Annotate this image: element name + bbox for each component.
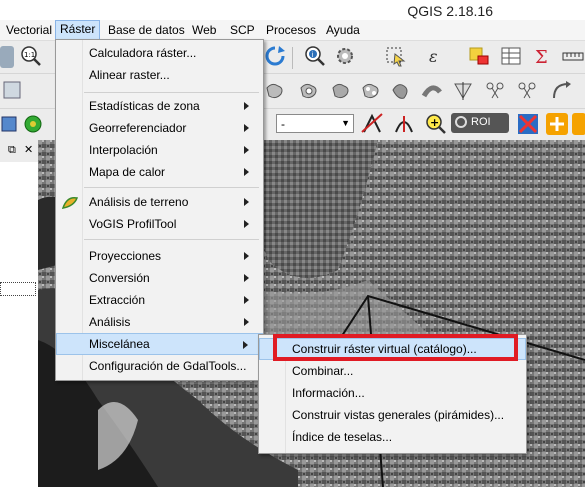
stretch-icon[interactable] xyxy=(392,112,414,134)
menu-ayuda[interactable]: Ayuda xyxy=(326,23,360,37)
menu-item-conversion[interactable]: Conversión xyxy=(56,267,263,289)
offset-curve-icon[interactable] xyxy=(420,80,442,102)
rotate-point-icon[interactable] xyxy=(550,80,572,102)
merge-features-icon[interactable] xyxy=(516,80,538,102)
menu-bar: Vectorial Ráster Base de datos Web SCP P… xyxy=(0,20,585,41)
zoom-roi-icon[interactable]: + xyxy=(424,112,446,134)
submenu-arrow-icon xyxy=(244,296,249,304)
add-plus-icon[interactable] xyxy=(545,112,568,135)
split-features-icon[interactable] xyxy=(452,80,474,102)
identify-icon[interactable]: i xyxy=(304,45,326,67)
ruler-icon[interactable] xyxy=(562,45,584,67)
scp-extra-icon[interactable] xyxy=(571,112,585,135)
panel-header: ⧉ ✕ xyxy=(0,140,38,162)
menu-item-interpolacion[interactable]: Interpolación xyxy=(56,139,263,161)
menu-item-configuracion-gdaltools[interactable]: Configuración de GdalTools... xyxy=(56,355,263,377)
menu-item-calculadora-raster[interactable]: Calculadora ráster... xyxy=(56,42,263,64)
menu-item-combinar[interactable]: Combinar... xyxy=(259,360,526,382)
roi-label: ROI xyxy=(471,116,491,128)
menu-item-miscelanea[interactable]: Miscelánea xyxy=(56,333,263,355)
add-polygon-icon[interactable] xyxy=(264,80,286,102)
float-panel-icon[interactable]: ⧉ xyxy=(8,144,16,157)
menu-item-construir-vistas-generales[interactable]: Construir vistas generales (pirámides)..… xyxy=(259,404,526,426)
scp-tools-icon[interactable] xyxy=(22,113,44,135)
annotation-highlight-box xyxy=(273,334,518,361)
menu-vectorial[interactable]: Vectorial xyxy=(6,23,52,37)
map-tool-icon[interactable] xyxy=(0,46,14,68)
svg-text:Σ: Σ xyxy=(535,47,548,67)
reshape-icon[interactable] xyxy=(390,80,412,102)
submenu-arrow-icon xyxy=(244,146,249,154)
raster-menu: Calculadora ráster... Alinear raster... … xyxy=(55,39,264,381)
zoom-full-icon[interactable]: 1:1 xyxy=(20,45,42,67)
fill-ring-icon[interactable] xyxy=(330,80,352,102)
gear-search-icon[interactable] xyxy=(334,45,356,67)
app-title: QGIS 2.18.16 xyxy=(407,3,493,19)
delete-ring-icon[interactable] xyxy=(360,80,382,102)
menu-item-proyecciones[interactable]: Proyecciones xyxy=(56,245,263,267)
classification-preview-icon[interactable] xyxy=(516,112,538,134)
menu-item-analisis[interactable]: Análisis xyxy=(56,311,263,333)
chevron-down-icon: ▼ xyxy=(341,118,350,128)
roi-button[interactable]: ROI xyxy=(451,113,509,133)
menu-procesos[interactable]: Procesos xyxy=(266,23,316,37)
submenu-arrow-icon xyxy=(244,168,249,176)
select-features-icon[interactable] xyxy=(384,45,406,67)
submenu-arrow-icon xyxy=(244,220,249,228)
menu-item-alinear-raster[interactable]: Alinear raster... xyxy=(56,64,263,86)
statistics-icon[interactable]: Σ xyxy=(532,45,554,68)
menu-item-vogis-profiltool[interactable]: VoGIS ProfilTool xyxy=(56,213,263,235)
svg-text:i: i xyxy=(312,51,314,59)
menu-item-georreferenciador[interactable]: Georreferenciador xyxy=(56,117,263,139)
submenu-arrow-icon xyxy=(244,102,249,110)
menu-scp[interactable]: SCP xyxy=(230,23,255,37)
deselect-icon[interactable] xyxy=(468,45,490,67)
submenu-arrow-icon xyxy=(244,318,249,326)
svg-text:ε: ε xyxy=(429,47,438,66)
menu-base-de-datos[interactable]: Base de datos xyxy=(108,23,185,37)
terrain-icon xyxy=(61,194,79,213)
submenu-arrow-icon xyxy=(244,252,249,260)
roi-circle-icon xyxy=(455,116,467,128)
menu-item-estadisticas-de-zona[interactable]: Estadísticas de zona xyxy=(56,95,263,117)
band-combo-value: - xyxy=(281,117,285,131)
menu-raster[interactable]: Ráster xyxy=(55,20,101,41)
svg-text:+: + xyxy=(430,116,439,129)
layer-item-placeholder[interactable] xyxy=(0,282,36,296)
svg-text:1:1: 1:1 xyxy=(24,51,35,59)
submenu-arrow-icon xyxy=(244,274,249,282)
submenu-arrow-icon xyxy=(244,124,249,132)
close-panel-icon[interactable]: ✕ xyxy=(24,143,33,156)
menu-item-extraccion[interactable]: Extracción xyxy=(56,289,263,311)
menu-item-analisis-de-terreno[interactable]: Análisis de terreno xyxy=(56,191,263,213)
menu-web[interactable]: Web xyxy=(192,23,216,37)
title-bar: QGIS 2.18.16 xyxy=(0,0,585,20)
add-ring-icon[interactable] xyxy=(298,80,320,102)
refresh-icon[interactable] xyxy=(264,45,286,67)
submenu-arrow-icon xyxy=(243,341,248,349)
menu-item-indice-de-teselas[interactable]: Índice de teselas... xyxy=(259,426,526,448)
select-by-value-icon[interactable]: ε xyxy=(426,45,448,67)
scp-dock-icon[interactable] xyxy=(0,113,22,135)
menu-item-mapa-de-calor[interactable]: Mapa de calor xyxy=(56,161,263,183)
layers-panel xyxy=(0,140,39,487)
attribute-table-icon[interactable] xyxy=(500,45,522,67)
split-parts-icon[interactable] xyxy=(484,80,506,102)
rgb-composite-icon[interactable] xyxy=(360,112,383,134)
digitize-icon[interactable] xyxy=(2,80,24,102)
band-combo[interactable]: - ▼ xyxy=(276,114,354,133)
menu-item-informacion[interactable]: Información... xyxy=(259,382,526,404)
submenu-arrow-icon xyxy=(244,198,249,206)
